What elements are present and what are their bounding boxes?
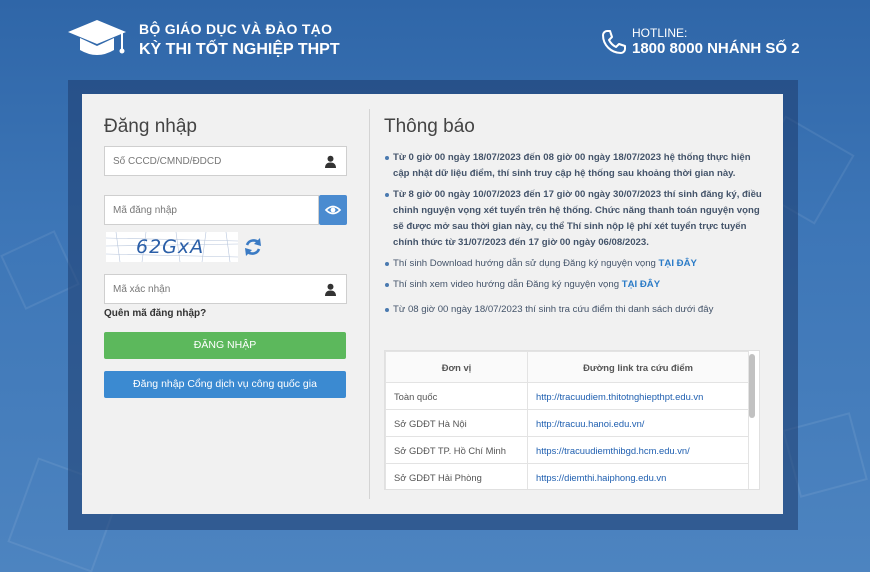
unit-cell: Toàn quốc bbox=[385, 382, 528, 410]
notice-section: Thông báo bbox=[384, 116, 764, 138]
notice-item: Từ 0 giờ 00 ngày 18/07/2023 đến 08 giờ 0… bbox=[384, 150, 762, 182]
column-divider bbox=[369, 109, 370, 499]
notice-item: Từ 8 giờ 00 ngày 10/07/2023 đến 17 giờ 0… bbox=[384, 187, 762, 251]
main-panel: Đăng nhập 62GxA bbox=[82, 94, 783, 514]
notice-text: Thí sinh xem video hướng dẫn Đăng ký ngu… bbox=[393, 279, 622, 290]
toggle-password-button[interactable] bbox=[319, 195, 347, 225]
notice-text: Từ 0 giờ 00 ngày 18/07/2023 đến 08 giờ 0… bbox=[393, 152, 751, 179]
table-row: Sở GDĐT Hà Nội http://tracuu.hanoi.edu.v… bbox=[385, 409, 749, 437]
notice-title: Thông báo bbox=[384, 116, 475, 137]
notice-item: Thí sinh Download hướng dẫn sử dụng Đăng… bbox=[384, 256, 762, 272]
table-row: Sở GDĐT TP. Hồ Chí Minh https://tracuudi… bbox=[385, 436, 749, 464]
user-icon bbox=[325, 155, 336, 168]
notice-list: Từ 0 giờ 00 ngày 18/07/2023 đến 08 giờ 0… bbox=[384, 150, 762, 323]
notice-text: Thí sinh Download hướng dẫn sử dụng Đăng… bbox=[393, 258, 659, 269]
unit-cell: Sở GDĐT Hà Nội bbox=[385, 409, 528, 437]
lookup-link[interactable]: http://tracuudiem.thitotnghiepthpt.edu.v… bbox=[527, 382, 749, 410]
score-lookup-table: Đơn vị Đường link tra cứu điểm Toàn quốc… bbox=[384, 350, 760, 490]
notice-text: Từ 08 giờ 00 ngày 18/07/2023 thí sinh tr… bbox=[393, 304, 714, 315]
table-row: Sở GDĐT Hải Phòng https://diemthi.haipho… bbox=[385, 463, 749, 489]
lookup-link[interactable]: https://diemthi.haiphong.edu.vn bbox=[527, 463, 749, 489]
captcha-input[interactable] bbox=[105, 275, 346, 303]
unit-cell: Sở GDĐT TP. Hồ Chí Minh bbox=[385, 436, 528, 464]
exam-name: KỲ THI TỐT NGHIỆP THPT bbox=[139, 41, 340, 58]
id-number-input[interactable] bbox=[105, 147, 346, 175]
site-header: BỘ GIÁO DỤC VÀ ĐÀO TẠO KỲ THI TỐT NGHIỆP… bbox=[0, 0, 870, 80]
login-button[interactable]: ĐĂNG NHẬP bbox=[104, 332, 346, 359]
lookup-table: Đơn vị Đường link tra cứu điểm Toàn quốc… bbox=[385, 351, 749, 489]
column-header-unit: Đơn vị bbox=[385, 351, 528, 383]
table-scrollbar[interactable] bbox=[749, 354, 755, 418]
notice-text: Từ 8 giờ 00 ngày 10/07/2023 đến 17 giờ 0… bbox=[393, 189, 762, 248]
password-input[interactable] bbox=[105, 196, 318, 224]
refresh-icon[interactable] bbox=[242, 236, 264, 258]
captcha-field[interactable] bbox=[104, 274, 347, 304]
video-guide-link[interactable]: TẠI ĐÂY bbox=[622, 279, 660, 290]
table-header-row: Đơn vị Đường link tra cứu điểm bbox=[385, 351, 749, 383]
forgot-password-link[interactable]: Quên mã đăng nhập? bbox=[104, 308, 206, 319]
captcha-text: 62GxA bbox=[136, 236, 205, 258]
notice-item: Thí sinh xem video hướng dẫn Đăng ký ngu… bbox=[384, 277, 762, 293]
download-guide-link[interactable]: TẠI ĐÂY bbox=[659, 258, 697, 269]
column-header-link: Đường link tra cứu điểm bbox=[527, 351, 749, 383]
ministry-name: BỘ GIÁO DỤC VÀ ĐÀO TẠO bbox=[139, 21, 333, 37]
eye-icon bbox=[324, 205, 342, 215]
unit-cell: Sở GDĐT Hải Phòng bbox=[385, 463, 528, 489]
user-icon bbox=[325, 283, 336, 296]
id-number-field[interactable] bbox=[104, 146, 347, 176]
graduation-cap-icon bbox=[68, 20, 126, 55]
phone-icon bbox=[602, 30, 626, 54]
login-section: Đăng nhập bbox=[104, 116, 348, 138]
table-row: Toàn quốc http://tracuudiem.thitotnghiep… bbox=[385, 382, 749, 410]
hotline-number[interactable]: 1800 8000 NHÁNH SỐ 2 bbox=[632, 40, 800, 57]
password-field[interactable] bbox=[104, 195, 319, 225]
captcha-image: 62GxA bbox=[106, 232, 238, 262]
lookup-link[interactable]: http://tracuu.hanoi.edu.vn/ bbox=[527, 409, 749, 437]
notice-item: Từ 08 giờ 00 ngày 18/07/2023 thí sinh tr… bbox=[384, 302, 762, 318]
organization-title: BỘ GIÁO DỤC VÀ ĐÀO TẠO KỲ THI TỐT NGHIỆP… bbox=[139, 21, 340, 59]
lookup-link[interactable]: https://tracuudiemthibgd.hcm.edu.vn/ bbox=[527, 436, 749, 464]
login-title: Đăng nhập bbox=[104, 116, 197, 137]
national-portal-login-button[interactable]: Đăng nhập Cổng dịch vụ công quốc gia bbox=[104, 371, 346, 398]
hotline-label: HOTLINE: bbox=[632, 26, 688, 40]
